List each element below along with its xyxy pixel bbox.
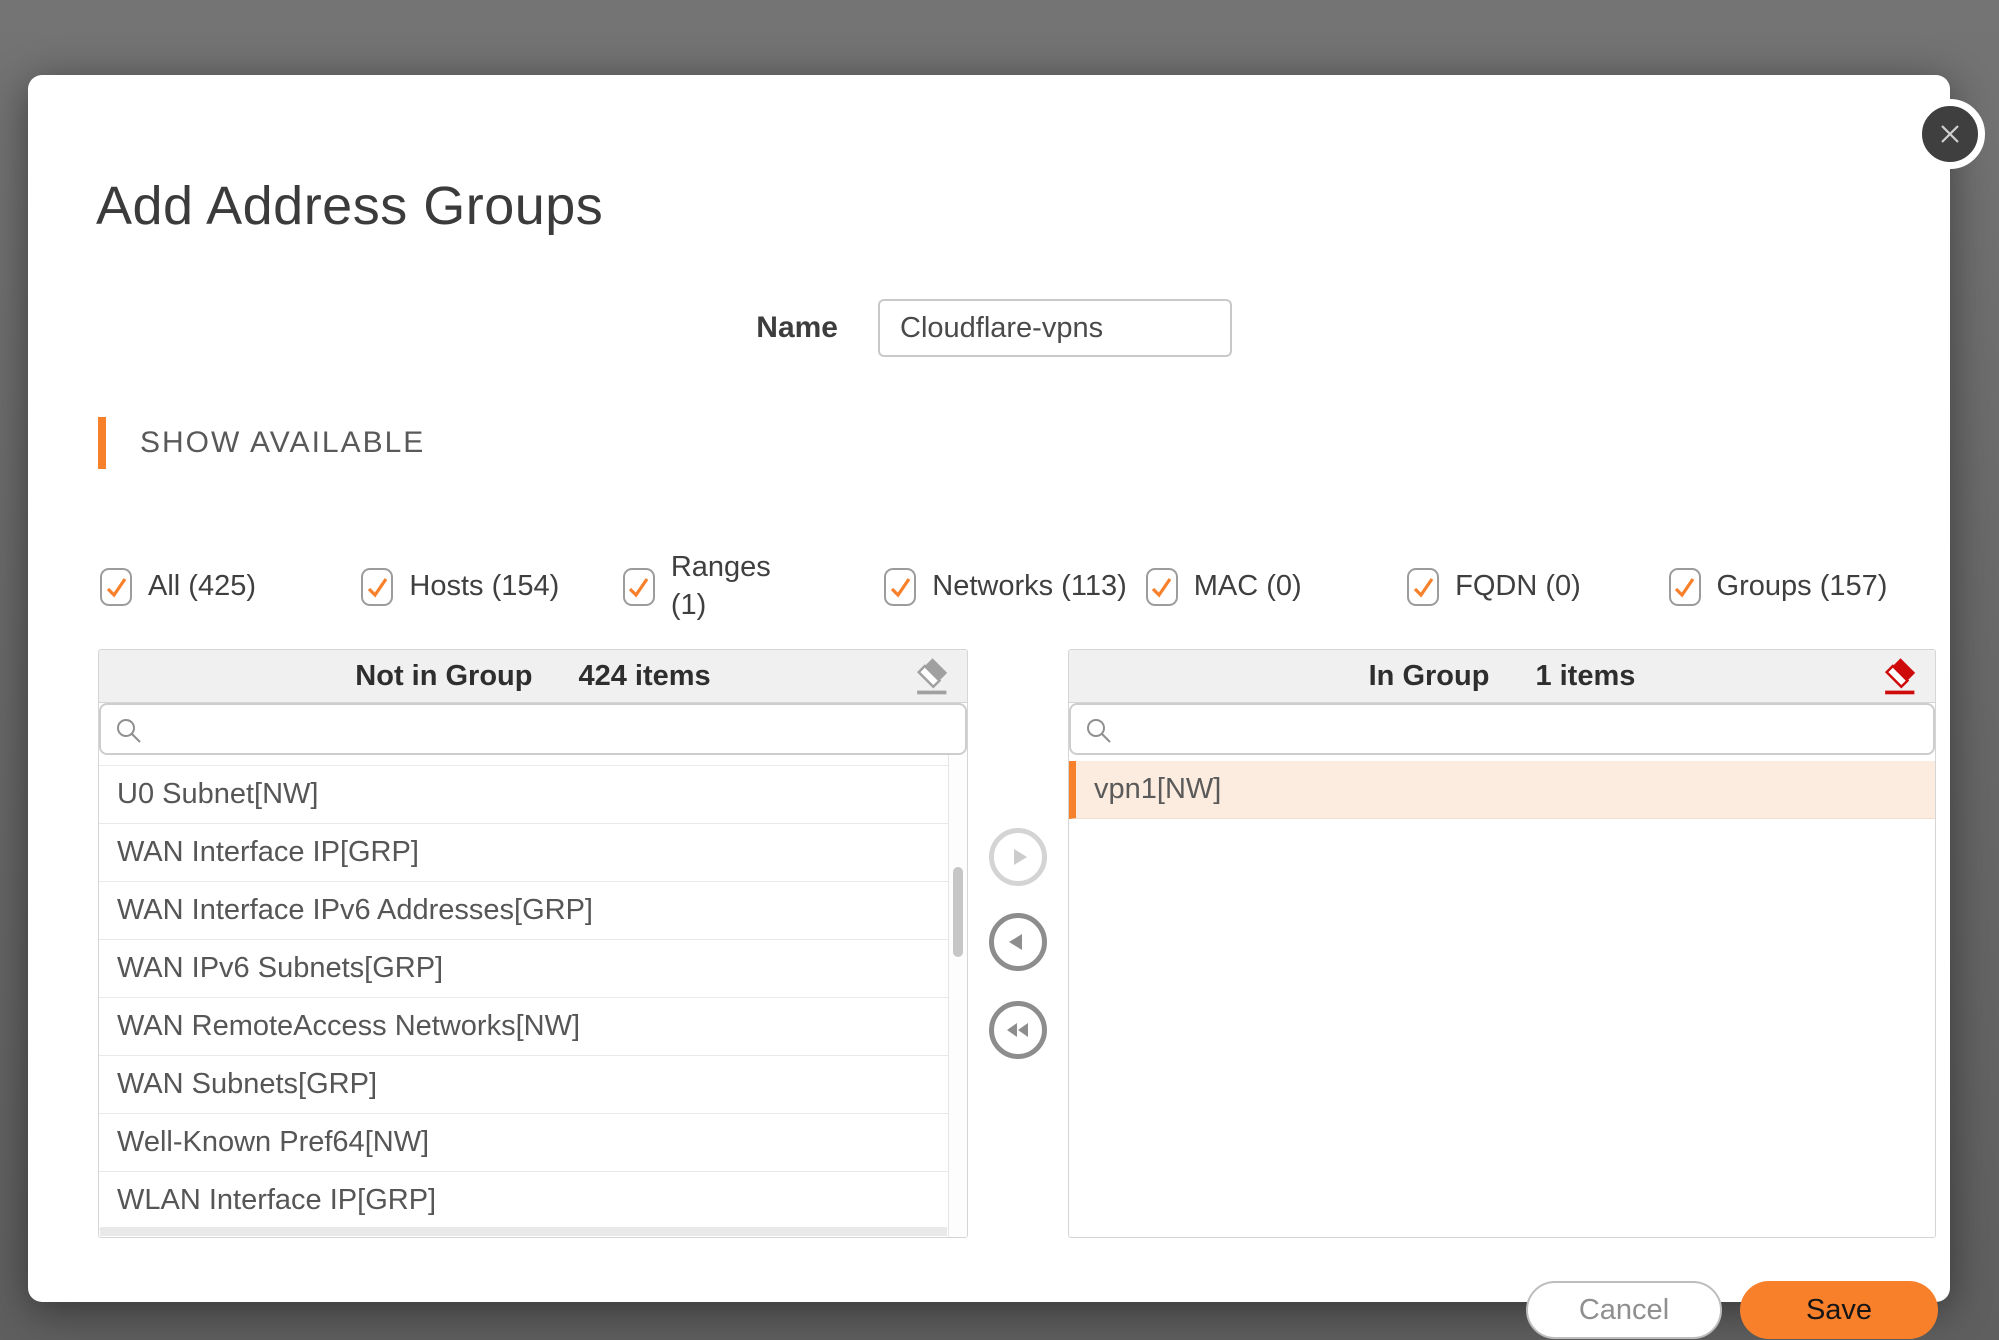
list-item[interactable]: WAN Subnets[GRP] bbox=[99, 1056, 948, 1114]
panel-item-count: 1 items bbox=[1535, 659, 1636, 692]
list-item-partial bbox=[99, 755, 948, 766]
filter-checkbox-item[interactable]: Groups (157) bbox=[1668, 568, 1930, 606]
filter-checkbox-row: All (425) Hosts (154) Ranges (1) Network… bbox=[100, 537, 1930, 637]
horizontal-scrollbar[interactable] bbox=[100, 1227, 947, 1236]
move-right-button[interactable] bbox=[989, 828, 1047, 886]
double-arrow-left-icon bbox=[1007, 1023, 1028, 1037]
arrow-left-icon bbox=[1009, 934, 1022, 950]
not-in-group-search bbox=[99, 703, 967, 755]
filter-checkbox-item[interactable]: Ranges (1) bbox=[622, 549, 884, 624]
check-icon bbox=[106, 577, 126, 597]
list-item-label: WLAN Interface IP[GRP] bbox=[117, 1184, 437, 1216]
list-item-label: WAN Interface IP[GRP] bbox=[117, 836, 419, 868]
search-input[interactable] bbox=[1071, 705, 1933, 753]
checkbox[interactable] bbox=[361, 568, 394, 606]
filter-checkbox-item[interactable]: MAC (0) bbox=[1145, 568, 1407, 606]
vertical-scrollbar[interactable] bbox=[948, 755, 967, 1237]
list-item[interactable]: WAN Interface IP[GRP] bbox=[99, 824, 948, 882]
section-heading: SHOW AVAILABLE bbox=[140, 426, 426, 459]
eraser-icon bbox=[916, 658, 948, 695]
filter-label: Networks (113) bbox=[932, 570, 1127, 603]
name-label: Name bbox=[756, 311, 838, 344]
list-item-label: U0 Subnet[NW] bbox=[117, 778, 319, 810]
not-in-group-list: U0 Subnet[NW] WAN Interface IP[GRP] WAN … bbox=[99, 755, 948, 1237]
filter-label: Hosts (154) bbox=[409, 570, 560, 603]
save-button[interactable]: Save bbox=[1740, 1281, 1938, 1339]
filter-checkbox-item[interactable]: FQDN (0) bbox=[1407, 568, 1668, 606]
list-item-label: Well-Known Pref64[NW] bbox=[117, 1126, 430, 1158]
filter-label: Groups (157) bbox=[1716, 570, 1888, 603]
in-group-list: vpn1[NW] bbox=[1069, 755, 1935, 1237]
close-button[interactable] bbox=[1915, 99, 1985, 169]
checkbox[interactable] bbox=[1145, 568, 1178, 606]
list-item-label: WAN IPv6 Subnets[GRP] bbox=[117, 952, 444, 984]
cancel-button[interactable]: Cancel bbox=[1526, 1281, 1722, 1339]
panel-item-count: 424 items bbox=[578, 659, 711, 692]
filter-checkbox-item[interactable]: All (425) bbox=[100, 568, 361, 606]
check-icon bbox=[1152, 577, 1172, 597]
list-item[interactable]: Well-Known Pref64[NW] bbox=[99, 1114, 948, 1172]
filter-label: Ranges (1) bbox=[670, 551, 771, 621]
list-item-label: WAN Interface IPv6 Addresses[GRP] bbox=[117, 894, 593, 926]
checkbox[interactable] bbox=[100, 568, 132, 606]
in-group-search bbox=[1069, 703, 1935, 755]
filter-label: MAC (0) bbox=[1193, 570, 1302, 603]
eraser-icon bbox=[1884, 658, 1916, 695]
move-left-button[interactable] bbox=[989, 913, 1047, 971]
name-input[interactable] bbox=[878, 299, 1232, 357]
check-icon bbox=[367, 577, 388, 597]
filter-checkbox-item[interactable]: Networks (113) bbox=[884, 568, 1145, 606]
checkbox[interactable] bbox=[1407, 568, 1440, 606]
dialog-title: Add Address Groups bbox=[96, 176, 604, 236]
checkbox[interactable] bbox=[884, 568, 917, 606]
filter-checkbox-item[interactable]: Hosts (154) bbox=[361, 568, 622, 606]
add-address-groups-dialog: Add Address Groups Name SHOW AVAILABLE A… bbox=[28, 75, 1985, 1339]
list-item-label: WAN RemoteAccess Networks[NW] bbox=[117, 1010, 580, 1042]
panel-title: Not in Group bbox=[355, 659, 533, 692]
check-icon bbox=[1674, 577, 1695, 597]
list-item[interactable]: WAN Interface IPv6 Addresses[GRP] bbox=[99, 882, 948, 940]
list-item[interactable]: WLAN Interface IP[GRP] bbox=[99, 1172, 948, 1230]
search-icon bbox=[117, 719, 141, 743]
check-icon bbox=[890, 577, 911, 597]
list-item[interactable]: WAN IPv6 Subnets[GRP] bbox=[99, 940, 948, 998]
list-item[interactable]: WAN RemoteAccess Networks[NW] bbox=[99, 998, 948, 1056]
selected-list-item[interactable]: vpn1[NW] bbox=[1069, 761, 1935, 819]
name-field-row: Name bbox=[668, 299, 1232, 357]
panel-title: In Group bbox=[1368, 659, 1490, 692]
scrollbar-thumb[interactable] bbox=[953, 867, 963, 957]
in-group-header: In Group 1 items bbox=[1069, 650, 1935, 703]
clear-in-group-button[interactable] bbox=[1879, 656, 1919, 698]
modal-backdrop: Add Address Groups Name SHOW AVAILABLE A… bbox=[0, 0, 1999, 1340]
section-accent-bar bbox=[98, 417, 106, 469]
show-available-section: SHOW AVAILABLE bbox=[98, 417, 425, 469]
search-icon bbox=[1087, 719, 1111, 743]
check-icon bbox=[1413, 577, 1433, 597]
list-item-label: vpn1[NW] bbox=[1094, 773, 1222, 805]
not-in-group-header: Not in Group 424 items bbox=[99, 650, 967, 703]
checkbox[interactable] bbox=[622, 568, 655, 606]
in-group-panel: In Group 1 items vpn1[NW] bbox=[1068, 649, 1936, 1238]
filter-label: FQDN (0) bbox=[1455, 570, 1581, 603]
checkbox[interactable] bbox=[1668, 568, 1701, 606]
close-icon bbox=[1941, 125, 1959, 143]
check-icon bbox=[629, 577, 649, 597]
list-item-label: WAN Subnets[GRP] bbox=[117, 1068, 378, 1100]
clear-not-in-group-button[interactable] bbox=[911, 656, 951, 698]
list-item[interactable]: U0 Subnet[NW] bbox=[99, 766, 948, 824]
arrow-right-icon bbox=[1014, 849, 1027, 865]
filter-label: All (425) bbox=[148, 570, 256, 603]
move-all-left-button[interactable] bbox=[989, 1001, 1047, 1059]
search-input[interactable] bbox=[101, 705, 965, 753]
not-in-group-panel: Not in Group 424 items U0 Subnet[NW] WAN… bbox=[98, 649, 968, 1238]
